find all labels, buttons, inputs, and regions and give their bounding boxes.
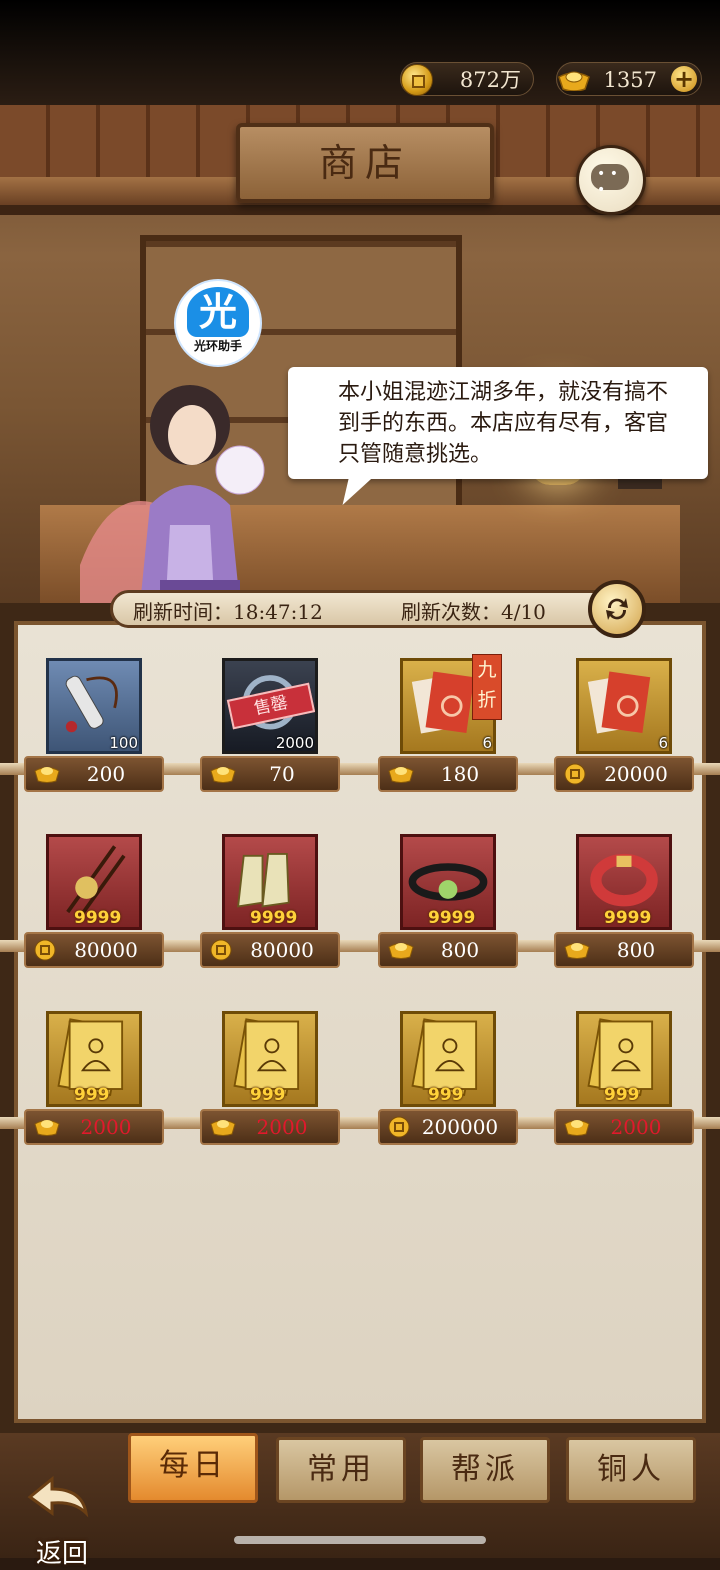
buy-price-button[interactable]: 20000 (554, 756, 694, 792)
item-quantity: 100 (109, 734, 138, 752)
shopkeeper-dialog: 本小姐混迹江湖多年，就没有搞不到手的东西。本店应有尽有，客官只管随意挑选。 (288, 367, 708, 479)
shop-item[interactable]: 6 九折 180 (378, 654, 518, 798)
buy-price-button[interactable]: 200 (24, 756, 164, 792)
badge-logo: 光 (187, 287, 249, 337)
coin-icon (210, 939, 232, 961)
buy-price-button[interactable]: 80000 (200, 932, 340, 968)
buy-price-button[interactable]: 70 (200, 756, 340, 792)
coin-icon (401, 64, 433, 96)
red-book-icon (587, 671, 651, 734)
buy-price-button[interactable]: 180 (378, 756, 518, 792)
back-arrow-icon (27, 1475, 89, 1518)
shop-item[interactable]: 9999 80000 (200, 834, 340, 974)
item-quantity: 999 (604, 1085, 640, 1105)
buy-price-button[interactable]: 2000 (24, 1109, 164, 1145)
refresh-button[interactable] (588, 580, 646, 638)
item-price: 800 (440, 938, 480, 962)
add-ingot-button[interactable]: + (671, 66, 697, 92)
refresh-icon (606, 598, 628, 620)
shop-item[interactable]: 999 2000 (554, 1011, 694, 1151)
item-price: 80000 (74, 938, 138, 962)
buy-price-button[interactable]: 2000 (200, 1109, 340, 1145)
item-quantity: 9999 (74, 908, 122, 928)
buy-price-button[interactable]: 800 (554, 932, 694, 968)
gold-ingot-icon (558, 71, 590, 91)
back-button[interactable]: 返回 (14, 1463, 94, 1569)
item-quantity: 6 (482, 734, 492, 752)
shop-item[interactable]: 999 200000 (378, 1011, 518, 1151)
shop-item[interactable]: 9999 800 (554, 834, 694, 974)
refresh-count: 刷新次数：4/10 (401, 600, 546, 624)
coin-icon (564, 763, 586, 785)
item-quantity: 2000 (275, 734, 314, 752)
item-quantity: 9999 (250, 908, 298, 928)
buy-price-button[interactable]: 800 (378, 932, 518, 968)
top-status-bar: 872万 1357 + (0, 0, 720, 105)
item-price: 800 (616, 938, 656, 962)
home-indicator (234, 1536, 486, 1544)
tab-common[interactable]: 常用 (276, 1437, 406, 1503)
shop-item[interactable]: 999 2000 (24, 1011, 164, 1151)
tab-daily[interactable]: 每日 (128, 1433, 258, 1503)
item-price: 200 (86, 762, 126, 786)
coin-balance: 872万 (400, 62, 534, 96)
item-price: 70 (269, 762, 295, 786)
shop-item[interactable]: 9999 800 (378, 834, 518, 974)
shop-scene: 商店 光 光环助手 本小姐混迹江湖多年，就没有搞不到手的东西。本店应有尽有，客官… (0, 105, 720, 605)
buy-price-button[interactable]: 80000 (24, 932, 164, 968)
shop-item[interactable]: 9999 80000 (24, 834, 164, 974)
refresh-time: 刷新时间：18:47:12 (133, 600, 323, 624)
item-quantity: 9999 (428, 908, 476, 928)
shop-title: 商店 (236, 123, 494, 203)
item-price: 2000 (80, 1115, 132, 1139)
item-price: 80000 (250, 938, 314, 962)
chat-bubble-icon (591, 164, 629, 198)
ingot-amount: 1357 (603, 68, 657, 92)
item-price: 2000 (256, 1115, 308, 1139)
shop-item[interactable]: 售罄 2000 70 (200, 658, 340, 798)
shop-item[interactable]: 100 200 (24, 658, 164, 798)
shop-item[interactable]: 999 2000 (200, 1011, 340, 1151)
item-quantity: 999 (74, 1085, 110, 1105)
item-price: 20000 (604, 762, 668, 786)
item-quantity: 6 (658, 734, 668, 752)
buy-price-button[interactable]: 200000 (378, 1109, 518, 1145)
buy-price-button[interactable]: 2000 (554, 1109, 694, 1145)
chat-button[interactable] (576, 145, 646, 215)
item-quantity: 999 (428, 1085, 464, 1105)
coin-amount: 872万 (459, 68, 521, 92)
shop-item[interactable]: 6 20000 (554, 658, 694, 798)
back-label: 返回 (36, 1539, 89, 1569)
item-price: 180 (440, 762, 480, 786)
discount-tag: 九折 (472, 654, 502, 720)
coin-icon (388, 1116, 410, 1138)
tab-bronze[interactable]: 铜人 (566, 1437, 696, 1503)
item-quantity: 9999 (604, 908, 652, 928)
item-price: 200000 (421, 1115, 499, 1139)
coin-icon (34, 939, 56, 961)
item-quantity: 999 (250, 1085, 286, 1105)
item-price: 2000 (610, 1115, 662, 1139)
watermark-badge: 光 光环助手 (176, 281, 260, 365)
tab-guild[interactable]: 帮派 (420, 1437, 550, 1503)
shopkeeper-character (80, 385, 265, 605)
badge-label: 光环助手 (193, 339, 242, 353)
refresh-info-bar: 刷新时间：18:47:12 刷新次数：4/10 (110, 590, 630, 628)
ingot-balance: 1357 + (556, 62, 702, 96)
